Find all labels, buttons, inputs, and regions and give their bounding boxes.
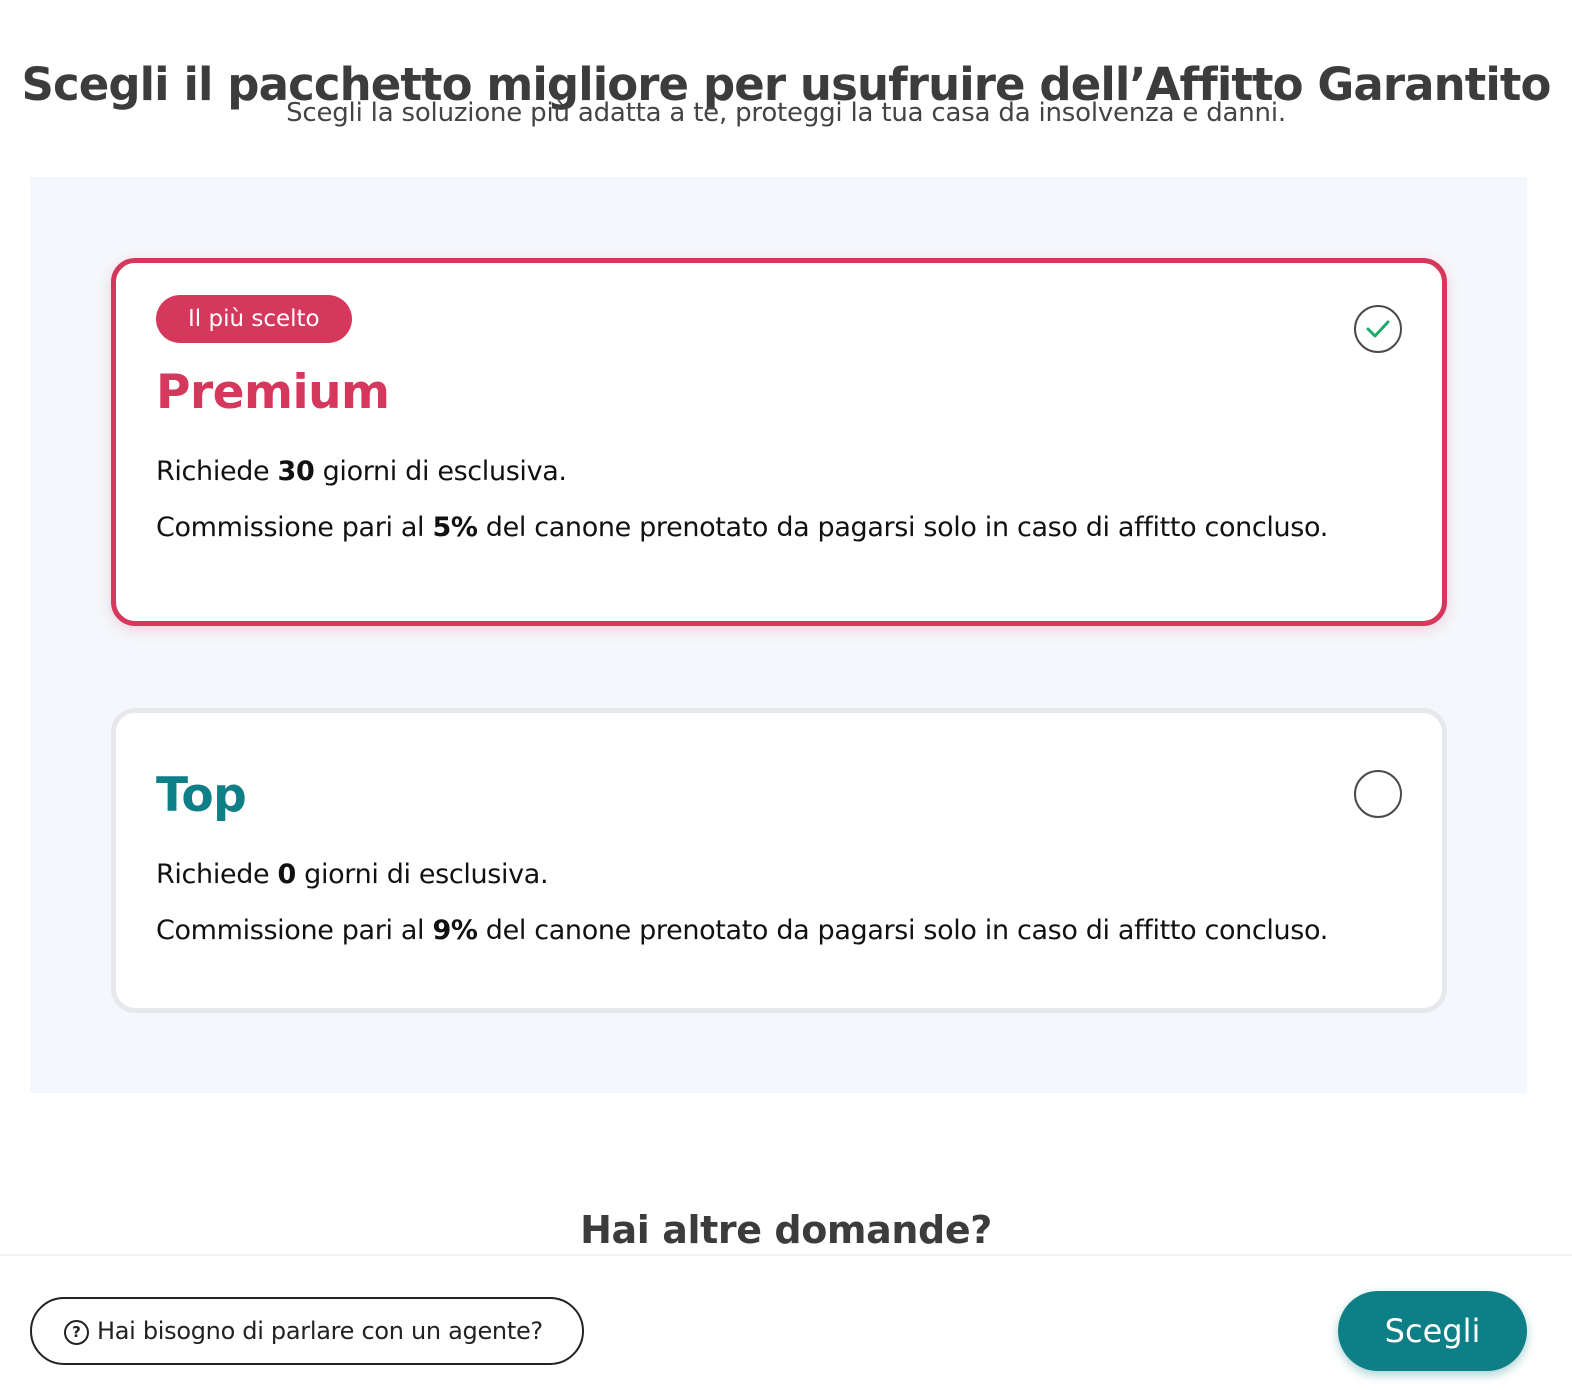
faq-title: Hai altre domande? [580,1207,992,1252]
talk-to-agent-button[interactable]: ? Hai bisogno di parlare con un agente? [30,1297,584,1365]
exclusivity-text: Richiede 30 giorni di esclusiva. [156,456,567,487]
exclusivity-text: Richiede 0 giorni di esclusiva. [156,859,549,890]
most-chosen-badge: Il più scelto [156,295,352,343]
page-subtitle: Scegli la soluzione più adatta a te, pro… [286,98,1286,128]
commission-text: Commissione pari al 9% del canone prenot… [156,915,1328,946]
plan-name: Premium [156,365,390,420]
question-circle-icon: ? [64,1320,89,1345]
plan-radio-selected[interactable] [1354,305,1402,353]
plan-card-top[interactable]: Top Richiede 0 giorni di esclusiva. Comm… [111,708,1447,1013]
talk-to-agent-label: Hai bisogno di parlare con un agente? [97,1317,543,1345]
plan-radio-unselected[interactable] [1354,770,1402,818]
plan-name: Top [156,768,247,823]
commission-value: 9% [432,915,478,946]
exclusivity-days: 0 [277,859,297,890]
choose-button[interactable]: Scegli [1338,1291,1527,1371]
commission-value: 5% [432,512,478,543]
commission-text: Commissione pari al 5% del canone prenot… [156,512,1328,543]
plan-card-premium[interactable]: Il più scelto Premium Richiede 30 giorni… [111,258,1447,626]
check-icon [1366,320,1390,338]
bottom-action-bar: ? Hai bisogno di parlare con un agente? … [0,1254,1572,1390]
exclusivity-days: 30 [277,456,315,487]
